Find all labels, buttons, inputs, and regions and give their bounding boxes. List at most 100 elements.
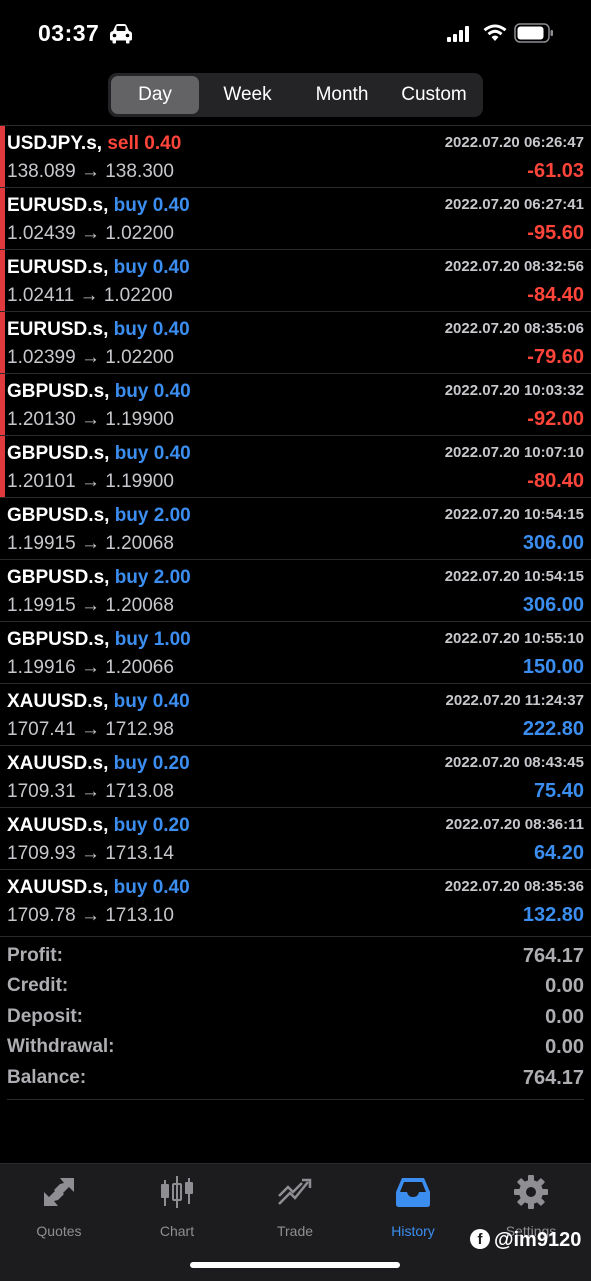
trade-side-volume: buy 0.40 — [113, 319, 190, 340]
trade-symbol-line: GBPUSD.s, buy 2.00 — [7, 567, 191, 589]
trade-symbol-line: USDJPY.s, sell 0.40 — [7, 133, 181, 155]
trade-row[interactable]: GBPUSD.s, buy 2.00 2022.07.20 10:54:15 1.1… — [0, 497, 591, 559]
trade-symbol-line: XAUUSD.s, buy 0.20 — [7, 815, 190, 837]
segment-day[interactable]: Day — [111, 76, 199, 114]
trade-profit: 306.00 — [522, 594, 584, 616]
trade-symbol: XAUUSD.s, — [7, 877, 109, 898]
trade-profit: -80.40 — [527, 470, 584, 492]
trade-profit: -95.60 — [527, 222, 584, 244]
battery-icon — [514, 23, 554, 48]
facebook-icon: f — [470, 1229, 490, 1249]
trade-side-volume: buy 0.20 — [113, 753, 190, 774]
summary-value: 0.00 — [545, 1036, 584, 1059]
summary-value: 764.17 — [522, 945, 584, 967]
trade-row[interactable]: EURUSD.s, buy 0.40 2022.07.20 08:32:56 1.0… — [0, 249, 591, 311]
trade-row[interactable]: EURUSD.s, buy 0.40 2022.07.20 06:27:41 1.0… — [0, 187, 591, 249]
trade-prices: 138.089 → 138.300 — [7, 161, 174, 182]
trade-icon — [236, 1174, 354, 1210]
watermark: f @im9120 — [470, 1229, 581, 1252]
trade-datetime: 2022.07.20 10:07:10 — [444, 444, 584, 461]
trade-datetime: 2022.07.20 11:24:37 — [445, 692, 584, 709]
trade-prices: 1709.93 → 1713.14 — [7, 843, 174, 864]
trade-prices: 1709.78 → 1713.10 — [7, 905, 174, 926]
trade-row[interactable]: EURUSD.s, buy 0.40 2022.07.20 08:35:06 1.0… — [0, 311, 591, 373]
trade-symbol: XAUUSD.s, — [7, 691, 109, 712]
trade-datetime: 2022.07.20 08:32:56 — [444, 258, 584, 275]
trade-symbol: EURUSD.s, — [7, 319, 109, 340]
summary-row: Profit: 764.17 — [0, 937, 591, 967]
trade-prices: 1.19915 → 1.20068 — [7, 533, 174, 554]
trade-symbol-line: EURUSD.s, buy 0.40 — [7, 319, 190, 341]
tab-chart-label: Chart — [159, 1223, 195, 1239]
trade-prices: 1.02439 → 1.02200 — [7, 223, 174, 244]
trade-datetime: 2022.07.20 06:27:41 — [444, 196, 584, 213]
trade-prices: 1.20101 → 1.19900 — [7, 471, 174, 492]
summary-label: Withdrawal: — [7, 1036, 115, 1058]
trade-side-volume: buy 1.00 — [114, 629, 191, 650]
trade-profit: -92.00 — [527, 408, 584, 430]
tab-quotes[interactable]: Quotes — [0, 1174, 118, 1244]
trade-prices: 1.19916 → 1.20066 — [7, 657, 174, 678]
trade-row[interactable]: GBPUSD.s, buy 0.40 2022.07.20 10:03:32 1.2… — [0, 373, 591, 435]
trade-profit: 150.00 — [522, 656, 584, 678]
segment-month[interactable]: Month — [296, 76, 388, 114]
segment-custom[interactable]: Custom — [388, 76, 480, 114]
trade-prices: 1.19915 → 1.20068 — [7, 595, 174, 616]
status-time: 03:37 — [38, 20, 100, 46]
segment-week[interactable]: Week — [199, 76, 296, 114]
account-summary: Profit: 764.17 Credit: 0.00 Deposit: 0.00 With… — [0, 936, 591, 1089]
trade-row[interactable]: GBPUSD.s, buy 2.00 2022.07.20 10:54:15 1.1… — [0, 559, 591, 621]
trade-side-volume: buy 0.40 — [114, 381, 191, 402]
trade-symbol: GBPUSD.s, — [7, 381, 110, 402]
trade-side-volume: buy 0.40 — [113, 691, 190, 712]
trade-side-volume: buy 0.40 — [113, 195, 190, 216]
tab-chart[interactable]: Chart — [118, 1174, 236, 1244]
trade-symbol-line: EURUSD.s, buy 0.40 — [7, 257, 190, 279]
tab-trade-label: Trade — [276, 1223, 314, 1239]
trade-row[interactable]: XAUUSD.s, buy 0.20 2022.07.20 08:43:45 170… — [0, 745, 591, 807]
chart-icon — [118, 1174, 236, 1210]
loss-indicator-bar — [0, 436, 5, 497]
tab-trade[interactable]: Trade — [236, 1174, 354, 1244]
trade-profit: 64.20 — [533, 842, 584, 864]
trade-symbol-line: EURUSD.s, buy 0.40 — [7, 195, 190, 217]
trade-symbol: XAUUSD.s, — [7, 815, 109, 836]
trade-symbol: EURUSD.s, — [7, 257, 109, 278]
trade-row[interactable]: GBPUSD.s, buy 0.40 2022.07.20 10:07:10 1.2… — [0, 435, 591, 497]
trade-datetime: 2022.07.20 08:35:06 — [444, 320, 584, 337]
trade-profit: -84.40 — [527, 284, 584, 306]
trade-side-volume: buy 0.40 — [114, 443, 191, 464]
tab-history[interactable]: History — [354, 1174, 472, 1244]
trade-symbol-line: XAUUSD.s, buy 0.20 — [7, 753, 190, 775]
trade-row[interactable]: XAUUSD.s, buy 0.40 2022.07.20 08:35:36 170… — [0, 869, 591, 931]
trade-side-volume: buy 0.40 — [113, 877, 190, 898]
summary-label: Balance: — [7, 1066, 87, 1088]
trade-symbol: USDJPY.s, — [7, 133, 103, 154]
trade-prices: 1.02399 → 1.02200 — [7, 347, 174, 368]
trade-datetime: 2022.07.20 08:36:11 — [445, 816, 584, 833]
trade-side-volume: sell 0.40 — [107, 133, 182, 154]
trade-profit: 222.80 — [522, 718, 584, 740]
summary-value: 764.17 — [522, 1066, 584, 1089]
trade-symbol: GBPUSD.s, — [7, 567, 110, 588]
car-icon — [108, 22, 134, 49]
trade-symbol-line: GBPUSD.s, buy 0.40 — [7, 381, 191, 403]
trade-profit: 75.40 — [533, 780, 584, 802]
trade-datetime: 2022.07.20 10:54:15 — [444, 568, 584, 585]
trade-row[interactable]: USDJPY.s, sell 0.40 2022.07.20 06:26:47 13… — [0, 125, 591, 187]
summary-label: Deposit: — [7, 1005, 83, 1027]
cellular-signal-icon — [447, 26, 471, 47]
trade-symbol: GBPUSD.s, — [7, 629, 110, 650]
summary-row: Balance: 764.17 — [0, 1059, 591, 1089]
summary-row: Credit: 0.00 — [0, 967, 591, 997]
home-indicator — [190, 1262, 400, 1268]
trade-row[interactable]: XAUUSD.s, buy 0.40 2022.07.20 11:24:37 170… — [0, 683, 591, 745]
trade-row[interactable]: XAUUSD.s, buy 0.20 2022.07.20 08:36:11 170… — [0, 807, 591, 869]
trade-row[interactable]: GBPUSD.s, buy 1.00 2022.07.20 10:55:10 1.1… — [0, 621, 591, 683]
loss-indicator-bar — [0, 374, 5, 435]
summary-divider — [7, 1099, 584, 1100]
loss-indicator-bar — [0, 188, 5, 249]
summary-row: Withdrawal: 0.00 — [0, 1028, 591, 1058]
trade-symbol: GBPUSD.s, — [7, 443, 110, 464]
loss-indicator-bar — [0, 312, 5, 373]
